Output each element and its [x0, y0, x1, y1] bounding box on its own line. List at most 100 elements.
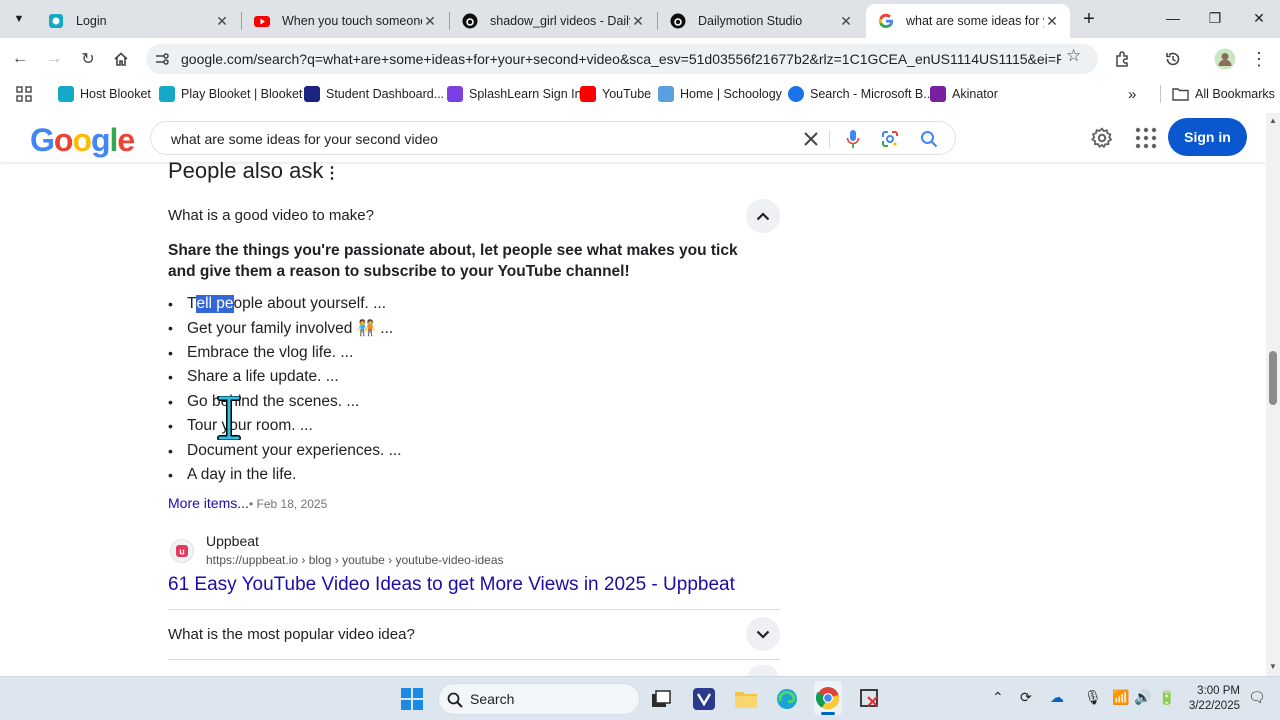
close-icon[interactable]: ✕: [838, 13, 854, 29]
tab-title: Login: [76, 14, 107, 28]
tab-dailymotion-videos[interactable]: shadow_girl videos - Dailym ✕: [450, 4, 656, 38]
site-info-icon[interactable]: [154, 51, 170, 67]
bookmark-schoology[interactable]: Home | Schoology: [658, 84, 782, 104]
reload-button[interactable]: ↻: [75, 46, 101, 72]
bullet: •: [168, 467, 173, 483]
search-box[interactable]: what are some ideas for your second vide…: [150, 121, 956, 155]
source-name[interactable]: Uppbeat: [206, 533, 259, 549]
paa-question-2[interactable]: What is the most popular video idea?: [168, 626, 415, 643]
more-options-icon[interactable]: ⋮: [324, 163, 340, 183]
google-lens-icon[interactable]: [880, 129, 900, 149]
active-app-indicator: [821, 712, 835, 715]
bookmark-label: Search - Microsoft B...: [810, 87, 934, 101]
maximize-button[interactable]: ❐: [1200, 6, 1230, 30]
microphone-icon[interactable]: 🎙: [1084, 689, 1102, 706]
featured-answer: Share the things you're passionate about…: [168, 242, 738, 280]
bookmark-splashlearn[interactable]: SplashLearn Sign In: [447, 84, 582, 104]
close-icon[interactable]: ✕: [422, 13, 438, 29]
minimize-button[interactable]: —: [1158, 6, 1188, 30]
bookmark-play-blooket[interactable]: Play Blooket | Blooket: [159, 84, 302, 104]
tab-youtube-video[interactable]: When you touch someone y ✕: [242, 4, 448, 38]
scroll-up-arrow-icon[interactable]: ▲: [1269, 116, 1277, 125]
more-bookmarks-button[interactable]: »: [1128, 84, 1136, 104]
page-scrollbar[interactable]: ▲ ▼: [1266, 113, 1280, 676]
snipping-tool-icon[interactable]: [856, 685, 884, 713]
google-apps-icon[interactable]: [1135, 127, 1157, 149]
search-icon[interactable]: [919, 129, 939, 149]
dailymotion-icon: [670, 13, 686, 29]
google-results-page: Google what are some ideas for your seco…: [0, 113, 1266, 676]
sync-icon[interactable]: ⟳: [1020, 689, 1032, 706]
address-bar[interactable]: google.com/search?q=what+are+some+ideas+…: [146, 44, 1098, 74]
history-button[interactable]: [1160, 46, 1186, 72]
vpn-app-icon[interactable]: [690, 685, 718, 713]
tab-google-search[interactable]: what are some ideas for you ✕: [866, 4, 1070, 38]
wifi-icon[interactable]: 📶: [1112, 689, 1129, 706]
next-question-chevron[interactable]: [748, 665, 778, 676]
search-input[interactable]: what are some ideas for your second vide…: [171, 131, 438, 147]
clear-icon[interactable]: [801, 129, 821, 149]
sign-in-button[interactable]: Sign in: [1168, 118, 1247, 156]
result-title-link[interactable]: 61 Easy YouTube Video Ideas to get More …: [168, 574, 735, 596]
chrome-browser-icon[interactable]: [814, 681, 842, 715]
paa-question-1[interactable]: What is a good video to make?: [168, 207, 374, 224]
tab-login[interactable]: Login ✕: [36, 4, 240, 38]
file-explorer-icon[interactable]: [732, 685, 760, 713]
speaker-icon[interactable]: 🔊: [1134, 689, 1151, 706]
url-text[interactable]: google.com/search?q=what+are+some+ideas+…: [181, 51, 1061, 67]
expand-button[interactable]: [746, 617, 780, 651]
svg-text:u: u: [179, 547, 185, 557]
bookmark-host-blooket[interactable]: Host Blooket: [58, 84, 151, 104]
onedrive-cloud-icon[interactable]: ☁: [1050, 689, 1064, 706]
dailymotion-icon: [462, 13, 478, 29]
tab-search-button[interactable]: ▼: [8, 8, 30, 30]
tab-dailymotion-studio[interactable]: Dailymotion Studio ✕: [658, 4, 864, 38]
scroll-down-arrow-icon[interactable]: ▼: [1269, 662, 1277, 671]
tab-title: what are some ideas for you: [906, 14, 1044, 28]
show-hidden-icons-chevron-up-icon[interactable]: ⌃: [992, 689, 1004, 706]
list-item-text: A day in the life.: [187, 466, 297, 483]
profile-button[interactable]: [1212, 46, 1238, 72]
bookmark-microsoft-bing[interactable]: Search - Microsoft B...: [788, 84, 934, 104]
apps-grid-icon: [16, 86, 32, 102]
more-items-link[interactable]: More items...: [168, 495, 249, 511]
close-icon[interactable]: ✕: [214, 13, 230, 29]
settings-gear-icon[interactable]: [1090, 126, 1114, 150]
all-bookmarks-label: All Bookmarks: [1195, 87, 1275, 101]
bookmark-star-icon[interactable]: ☆: [1066, 46, 1081, 66]
bookmark-akinator[interactable]: Akinator: [930, 84, 998, 104]
google-logo[interactable]: Google: [30, 122, 135, 159]
bookmark-student-dashboard[interactable]: Student Dashboard...: [304, 84, 444, 104]
google-header: Google what are some ideas for your seco…: [0, 113, 1266, 163]
bullet: •: [168, 394, 173, 410]
uppbeat-icon[interactable]: u: [170, 539, 194, 563]
edge-browser-icon[interactable]: [773, 685, 801, 713]
tab-strip: ▼ Login ✕ When you touch someone y ✕ sha…: [0, 0, 1280, 38]
home-button[interactable]: [108, 46, 134, 72]
microphone-icon[interactable]: [843, 129, 863, 149]
taskbar-search[interactable]: Search: [438, 683, 640, 715]
window-close-button[interactable]: ✕: [1244, 6, 1274, 30]
avatar: [1214, 48, 1236, 70]
notification-icon[interactable]: 🗨: [1248, 689, 1266, 706]
battery-icon[interactable]: 🔋: [1158, 689, 1175, 706]
all-bookmarks-button[interactable]: All Bookmarks: [1172, 84, 1275, 104]
windows-taskbar: Search ⌃ ⟳ ☁ 🎙 📶 🔊 🔋 3:00 PM 3/22/2025 🗨: [0, 676, 1280, 720]
close-icon[interactable]: ✕: [1044, 13, 1060, 29]
source-url[interactable]: https://uppbeat.io › blog › youtube › yo…: [206, 553, 504, 567]
bookmark-youtube[interactable]: YouTube: [580, 84, 651, 104]
scrollbar-thumb[interactable]: [1269, 351, 1277, 405]
back-button[interactable]: ←: [7, 46, 33, 72]
text-cursor-icon: [216, 395, 242, 441]
extensions-button[interactable]: [1110, 46, 1136, 72]
apps-shortcut-button[interactable]: [16, 84, 32, 104]
task-view-icon[interactable]: [647, 685, 675, 713]
list-item-text: T: [187, 295, 197, 312]
system-clock[interactable]: 3:00 PM 3/22/2025: [1188, 684, 1240, 714]
forward-button[interactable]: →: [41, 46, 67, 72]
close-icon[interactable]: ✕: [630, 13, 646, 29]
new-tab-button[interactable]: +: [1078, 8, 1100, 30]
menu-button[interactable]: ⋮: [1246, 46, 1272, 72]
collapse-button[interactable]: [746, 199, 780, 233]
windows-start-icon[interactable]: [398, 685, 426, 713]
